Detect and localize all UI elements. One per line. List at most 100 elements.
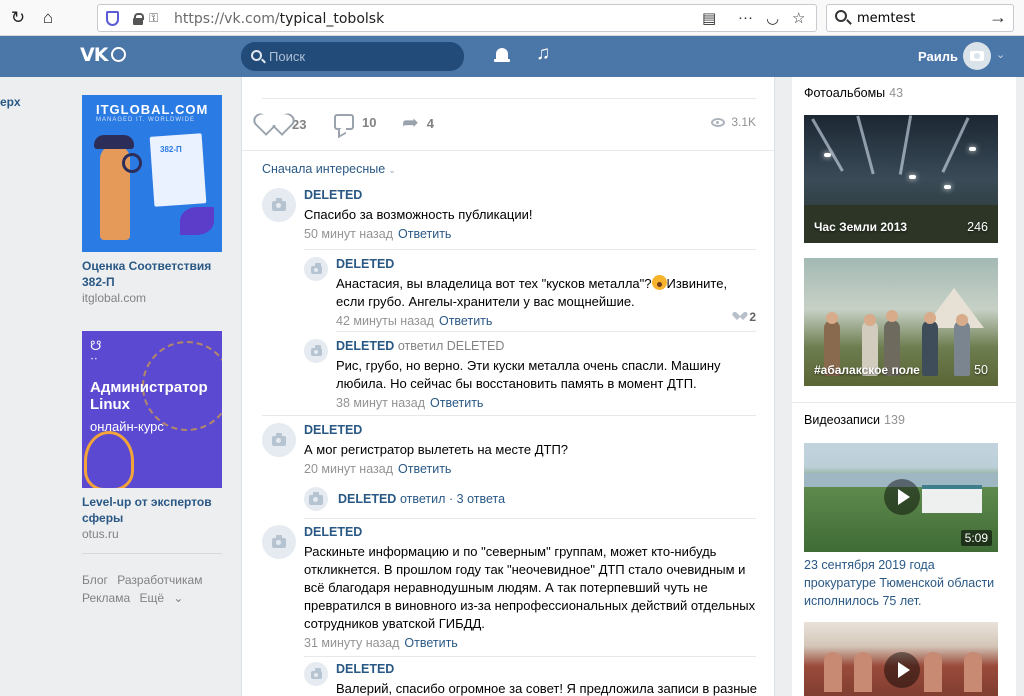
comment-time[interactable]: 31 минуту назад	[304, 636, 399, 650]
comment: DELETED А мог регистратор вылететь на ме…	[262, 423, 756, 483]
vk-logo[interactable]: VK	[80, 44, 126, 68]
music-note-icon[interactable]: ♫	[536, 43, 550, 65]
footer-link-developers[interactable]: Разработчикам	[117, 573, 202, 587]
lock-icon[interactable]	[133, 13, 144, 25]
right-sidebar: Фотоальбомы 43 Час Земли 2013 246 #абалак…	[792, 77, 1016, 696]
arrow-right-icon[interactable]: →	[989, 7, 1007, 28]
album-card[interactable]: #абалакское поле 50	[804, 258, 998, 386]
comment-author[interactable]: DELETED ответил DELETED	[336, 339, 756, 353]
comment-text: Анастасия, вы владелица вот тех "кусков …	[336, 275, 728, 309]
key-icon[interactable]: ⚿	[149, 11, 158, 26]
leaf-illustration	[180, 207, 214, 235]
divider	[304, 249, 756, 250]
chevron-down-icon[interactable]: ⌄	[996, 48, 1005, 61]
thread-author[interactable]: DELETED	[338, 492, 396, 506]
comment-text: Раскиньте информацию и по "северным" гру…	[304, 544, 756, 631]
building-illustration	[922, 489, 982, 513]
reload-icon[interactable]: ↻	[6, 6, 30, 30]
video-title-link[interactable]: 23 сентября 2019 года прокуратуре Тюменс…	[804, 556, 1004, 610]
divider	[262, 415, 756, 416]
comment-text: Спасибо за возможность публикации!	[304, 207, 533, 222]
video-thumbnail[interactable]: 5:09	[804, 443, 998, 552]
vk-search-placeholder: Поиск	[269, 49, 306, 64]
bookmark-star-icon[interactable]: ☆	[792, 9, 805, 27]
address-bar[interactable]: ⚿ https://vk.com/typical_tobolsk ▤ ··· ◡…	[97, 4, 817, 32]
user-avatar[interactable]	[963, 42, 991, 70]
pocket-icon[interactable]: ◡	[766, 9, 779, 27]
comment-avatar[interactable]	[304, 257, 328, 281]
comments-sort-dropdown[interactable]: Сначала интересные ⌄	[262, 162, 396, 176]
camera-icon	[272, 198, 286, 211]
ad-image[interactable]: ☋ • • Администратор Linux онлайн-курс	[82, 331, 222, 488]
ad-brand-text: ITGLOBAL.COM	[96, 102, 209, 117]
post-panel: 23 10 ➦ 4 3.1K Сначала интересные ⌄ DELET…	[241, 77, 775, 696]
comment-time[interactable]: 50 минут назад	[304, 227, 393, 241]
comment-avatar[interactable]	[262, 525, 296, 559]
play-icon[interactable]	[884, 479, 920, 515]
share-button[interactable]: ➦ 4	[402, 113, 434, 133]
browser-search-value[interactable]: memtest	[857, 11, 915, 26]
video-thumbnail[interactable]	[804, 622, 998, 696]
comment-avatar[interactable]	[304, 339, 328, 363]
comment-author[interactable]: DELETED	[336, 662, 756, 676]
comment-author[interactable]: DELETED	[336, 257, 756, 271]
camera-icon	[272, 433, 286, 446]
magnifier-illustration	[122, 153, 142, 173]
scroll-up-link[interactable]: ерх	[0, 95, 21, 109]
footer-link-blog[interactable]: Блог	[82, 573, 108, 587]
comment-author[interactable]: DELETED	[304, 423, 754, 437]
like-button[interactable]: 23	[262, 114, 306, 134]
comment-icon	[334, 114, 354, 130]
comment-time[interactable]: 42 минуты назад	[336, 314, 434, 328]
home-icon[interactable]: ⌂	[36, 6, 60, 30]
footer-link-ads[interactable]: Реклама	[82, 591, 130, 605]
videos-count: 139	[884, 413, 905, 427]
ad-block-itglobal[interactable]: ITGLOBAL.COM MANAGED IT. WORLDWIDE 382-П…	[82, 95, 222, 305]
reply-link[interactable]: Ответить	[439, 314, 492, 328]
url-text[interactable]: https://vk.com/typical_tobolsk	[174, 11, 384, 27]
comment-avatar[interactable]	[262, 188, 296, 222]
albums-header[interactable]: Фотоальбомы 43	[804, 86, 903, 100]
divider	[262, 98, 756, 99]
reply-link[interactable]: Ответить	[430, 396, 483, 410]
tracking-shield-icon[interactable]	[106, 11, 119, 26]
play-icon[interactable]	[884, 652, 920, 688]
comment-count: 10	[362, 114, 377, 130]
footer-link-more[interactable]: Ещё ⌄	[139, 591, 183, 605]
more-actions-icon[interactable]: ···	[738, 9, 753, 26]
ad-title[interactable]: Level-up от экспертов сферы	[82, 494, 222, 526]
divider	[336, 331, 756, 332]
comment-button[interactable]: 10	[334, 114, 376, 130]
album-card[interactable]: Час Земли 2013 246	[804, 115, 998, 243]
vk-search-input[interactable]: Поиск	[241, 42, 464, 71]
comment-time[interactable]: 38 минут назад	[336, 396, 425, 410]
heart-icon	[262, 114, 284, 134]
videos-header[interactable]: Видеозаписи 139	[804, 413, 905, 427]
album-title: #абалакское поле	[814, 363, 920, 377]
footer-links: Блог Разработчикам Реклама Ещё ⌄	[82, 571, 232, 607]
ad-domain: itglobal.com	[82, 291, 147, 305]
divider	[304, 656, 756, 657]
ad-brand-subtitle: MANAGED IT. WORLDWIDE	[96, 117, 196, 123]
user-name[interactable]: Раиль	[918, 49, 958, 64]
share-count: 4	[426, 115, 434, 131]
notifications-bell-icon[interactable]	[494, 46, 510, 66]
reader-view-icon[interactable]: ▤	[702, 9, 716, 27]
reply-link[interactable]: Ответить	[398, 227, 451, 241]
reply-link[interactable]: Ответить	[398, 462, 451, 476]
comment-avatar[interactable]	[304, 662, 328, 686]
ad-title[interactable]: Оценка Соответствия 382-П	[82, 258, 222, 290]
comment-avatar[interactable]	[262, 423, 296, 457]
camera-icon	[311, 668, 322, 679]
browser-search-box[interactable]: memtest →	[826, 4, 1014, 32]
comment-author[interactable]: DELETED	[304, 188, 754, 202]
comment-like-button[interactable]: 2	[735, 310, 756, 324]
ad-image[interactable]: ITGLOBAL.COM MANAGED IT. WORLDWIDE 382-П	[82, 95, 222, 252]
thread-count[interactable]: · 3 ответа	[449, 492, 505, 506]
thread-replies-link[interactable]: DELETED ответил · 3 ответа	[304, 487, 505, 511]
ad-block-otus[interactable]: ☋ • • Администратор Linux онлайн-курс Le…	[82, 331, 222, 541]
comment-author[interactable]: DELETED	[304, 525, 756, 539]
comment-time[interactable]: 20 минут назад	[304, 462, 393, 476]
comment-reply: DELETED Анастасия, вы владелица вот тех …	[304, 257, 756, 332]
reply-link[interactable]: Ответить	[404, 636, 457, 650]
